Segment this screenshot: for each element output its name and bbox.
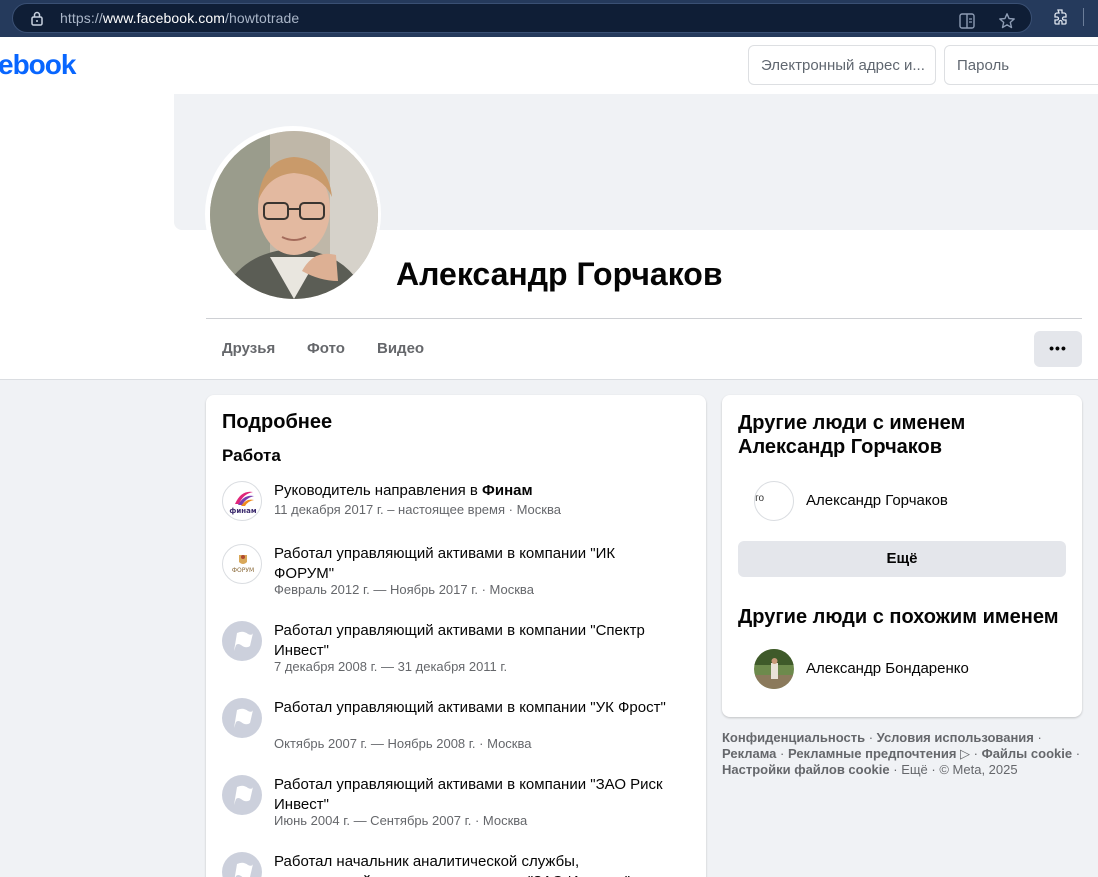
- url-text[interactable]: https://www.facebook.com/howtotrade: [60, 10, 299, 26]
- finam-logo-icon[interactable]: финам: [222, 481, 262, 521]
- flag-icon: [222, 775, 262, 815]
- tab-photos[interactable]: Фото: [307, 340, 345, 357]
- forum-logo-icon[interactable]: ФОРУМ: [222, 544, 262, 584]
- intro-title: Подробнее: [222, 411, 333, 433]
- footer-privacy-link[interactable]: Конфиденциальность: [722, 730, 865, 745]
- work-title: Работал начальник аналитической службы, …: [274, 853, 630, 877]
- footer-ad-choices-link[interactable]: Рекламные предпочтения ▷: [788, 746, 970, 761]
- footer-links: Конфиденциальность · Условия использован…: [722, 730, 1081, 777]
- work-dates: Февраль 2012 г. — Ноябрь 2017 г. · Москв…: [274, 582, 534, 597]
- tab-videos[interactable]: Видео: [377, 340, 424, 357]
- address-bar[interactable]: https://www.facebook.com/howtotrade: [12, 3, 1032, 33]
- browser-toolbar: https://www.facebook.com/howtotrade: [0, 0, 1098, 37]
- portrait-image: [210, 131, 378, 299]
- work-dates: Июнь 2004 г. — Сентябрь 2007 г. · Москва: [274, 813, 528, 828]
- more-options-button[interactable]: •••: [1034, 331, 1082, 367]
- work-title: Работал управляющий активами в компании …: [274, 545, 616, 582]
- footer-more-link[interactable]: Ещё: [901, 762, 928, 777]
- profile-avatar[interactable]: [210, 131, 378, 299]
- flag-icon: [222, 698, 262, 738]
- footer-terms-link[interactable]: Условия использования: [877, 730, 1034, 745]
- email-field[interactable]: Электронный адрес и...: [748, 45, 936, 85]
- person-avatar[interactable]: [754, 649, 794, 689]
- facebook-logo[interactable]: ebook: [0, 49, 76, 81]
- star-icon[interactable]: [998, 12, 1016, 30]
- password-field[interactable]: Пароль: [944, 45, 1098, 85]
- lock-icon[interactable]: [30, 10, 44, 26]
- tab-friends[interactable]: Друзья: [222, 340, 275, 357]
- work-title: Работал управляющий активами в компании …: [274, 622, 645, 659]
- work-title: Работал управляющий активами в компании …: [274, 776, 663, 813]
- person-name[interactable]: Александр Горчаков: [806, 492, 948, 509]
- work-title: Руководитель направления в Финам: [274, 482, 533, 499]
- profile-name: Александр Горчаков: [396, 256, 723, 292]
- see-more-button[interactable]: Ещё: [738, 541, 1066, 577]
- work-heading: Работа: [222, 446, 281, 465]
- person-name[interactable]: Александр Бондаренко: [806, 660, 969, 677]
- work-dates: 11 декабря 2017 г. – настоящее время · М…: [274, 502, 561, 517]
- work-dates: 7 декабря 2008 г. — 31 декабря 2011 г.: [274, 659, 508, 674]
- reader-mode-icon[interactable]: [958, 12, 976, 30]
- svg-text:финам: финам: [229, 507, 256, 515]
- other-people-title: Другие люди с именем Александр Горчаков: [738, 412, 966, 458]
- company-link[interactable]: Финам: [482, 482, 533, 499]
- similar-people-title: Другие люди с похожим именем: [738, 606, 1059, 628]
- footer-cookie-settings-link[interactable]: Настройки файлов cookie: [722, 762, 890, 777]
- work-title: Работал управляющий активами в компании …: [274, 699, 666, 716]
- facebook-header: ebook Электронный адрес и... Пароль: [0, 37, 1098, 94]
- toolbar-divider: [1083, 8, 1084, 26]
- work-dates: Октябрь 2007 г. — Ноябрь 2008 г. · Москв…: [274, 736, 532, 751]
- header-divider: [206, 318, 1082, 319]
- footer-ads-link[interactable]: Реклама: [722, 746, 776, 761]
- footer-cookies-link[interactable]: Файлы cookie: [982, 746, 1072, 761]
- footer-copyright: © Meta, 2025: [939, 762, 1018, 777]
- svg-text:ФОРУМ: ФОРУМ: [232, 567, 254, 574]
- flag-icon: [222, 621, 262, 661]
- person-avatar[interactable]: то: [754, 481, 794, 521]
- extensions-icon[interactable]: [1051, 8, 1069, 26]
